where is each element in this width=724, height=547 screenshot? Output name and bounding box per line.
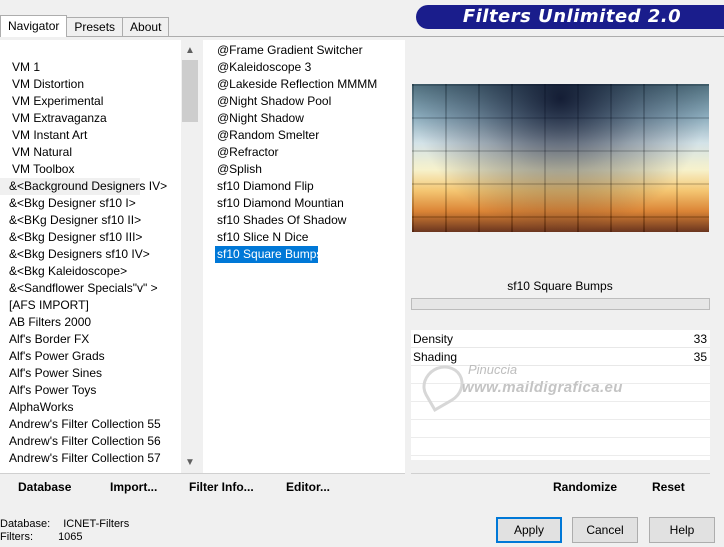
tab-about[interactable]: About — [122, 17, 170, 37]
tab-divider — [0, 36, 724, 37]
database-info: Database: ICNET-Filters — [0, 517, 129, 531]
list-item[interactable]: Andrew's Filter Collection 57 — [0, 450, 161, 467]
list-item[interactable]: @Random Smelter — [203, 127, 319, 144]
parameter-panel: Density 33 Shading 35 — [411, 330, 710, 460]
list-item-current-category[interactable]: &<Background Designers IV> — [0, 178, 167, 195]
list-item[interactable]: Alf's Power Sines — [0, 365, 102, 382]
randomize-button[interactable]: Randomize — [553, 473, 617, 501]
reset-button[interactable]: Reset — [652, 473, 685, 501]
list-item[interactable]: sf10 Diamond Flip — [203, 178, 314, 195]
import-button[interactable]: Import... — [110, 473, 157, 501]
list-item[interactable]: Alf's Border FX — [0, 331, 89, 348]
param-value[interactable]: 33 — [694, 330, 707, 348]
list-item[interactable]: sf10 Diamond Mountian — [203, 195, 344, 212]
list-item[interactable]: &<BKg Designer sf10 II> — [0, 212, 141, 229]
list-item[interactable]: VM Extravaganza — [0, 110, 107, 127]
scroll-up-icon[interactable]: ▲ — [181, 42, 199, 60]
list-item-selected[interactable]: sf10 Square Bumps — [215, 246, 322, 263]
category-list[interactable]: VM 1 VM Distortion VM Experimental VM Ex… — [0, 40, 181, 474]
list-item[interactable]: VM Experimental — [0, 93, 103, 110]
tab-bar: Navigator Presets About — [0, 15, 170, 37]
list-item[interactable]: AB Filters 2000 — [0, 314, 91, 331]
filter-list[interactable]: @Frame Gradient Switcher @Kaleidoscope 3… — [203, 40, 405, 474]
filters-count: 1065 — [58, 531, 83, 543]
list-item[interactable]: @Refractor — [203, 144, 279, 161]
filters-label: Filters: — [0, 531, 33, 543]
list-item[interactable]: Andrew's Filter Collection 55 — [0, 416, 161, 433]
scroll-down-icon[interactable]: ▼ — [181, 454, 199, 472]
param-row-shading[interactable]: Shading 35 — [411, 348, 710, 366]
category-scrollbar[interactable]: ▲ ▼ — [181, 40, 199, 474]
filters-info: Filters: 1065 — [0, 530, 83, 544]
database-button[interactable]: Database — [18, 473, 71, 501]
list-item[interactable]: &<Bkg Kaleidoscope> — [0, 263, 127, 280]
list-item[interactable]: &<Bkg Designer sf10 I> — [0, 195, 136, 212]
list-item[interactable]: Alf's Power Toys — [0, 382, 96, 399]
list-item[interactable]: VM Toolbox — [0, 161, 74, 178]
param-row-empty — [411, 366, 710, 384]
list-item[interactable]: &<Sandflower Specials"v" > — [0, 280, 158, 297]
list-item[interactable]: &<Bkg Designer sf10 III> — [0, 229, 142, 246]
scroll-thumb[interactable] — [182, 60, 198, 122]
list-item[interactable]: @Splish — [203, 161, 262, 178]
param-label: Shading — [413, 350, 458, 364]
list-item[interactable]: @Night Shadow Pool — [203, 93, 331, 110]
progress-bar — [411, 298, 710, 310]
help-button[interactable]: Help — [649, 517, 715, 543]
tab-navigator[interactable]: Navigator — [0, 15, 68, 37]
param-row-density[interactable]: Density 33 — [411, 330, 710, 348]
list-item[interactable]: VM Natural — [0, 144, 72, 161]
list-item[interactable]: sf10 Slice N Dice — [203, 229, 308, 246]
list-item[interactable]: Alf's Power Grads — [0, 348, 105, 365]
param-row-empty — [411, 402, 710, 420]
list-item[interactable]: VM Instant Art — [0, 127, 87, 144]
param-row-empty — [411, 420, 710, 438]
list-item[interactable]: &<Bkg Designers sf10 IV> — [0, 246, 150, 263]
list-item[interactable]: @Lakeside Reflection MMMM — [203, 76, 377, 93]
list-item[interactable]: VM Distortion — [0, 76, 84, 93]
tab-presets[interactable]: Presets — [66, 17, 124, 37]
param-value[interactable]: 35 — [694, 348, 707, 366]
param-row-empty — [411, 384, 710, 402]
filter-info-button[interactable]: Filter Info... — [189, 473, 254, 501]
app-title: Filters Unlimited 2.0 — [462, 6, 682, 27]
list-item[interactable]: sf10 Shades Of Shadow — [203, 212, 346, 229]
list-item[interactable]: @Frame Gradient Switcher — [203, 42, 363, 59]
apply-button[interactable]: Apply — [496, 517, 562, 543]
filter-preview-image — [412, 84, 709, 232]
editor-button[interactable]: Editor... — [286, 473, 330, 501]
database-label: Database: — [0, 518, 51, 530]
list-item[interactable]: AlphaWorks — [0, 399, 73, 416]
list-item[interactable]: VM 1 — [0, 59, 40, 76]
cancel-button[interactable]: Cancel — [572, 517, 638, 543]
app-banner: Filters Unlimited 2.0 — [416, 5, 724, 29]
list-item[interactable]: [AFS IMPORT] — [0, 297, 89, 314]
list-item[interactable]: Andrew's Filter Collection 56 — [0, 433, 161, 450]
selected-filter-name: sf10 Square Bumps — [410, 275, 710, 297]
param-label: Density — [413, 332, 454, 346]
database-value: ICNET-Filters — [63, 518, 130, 530]
list-item[interactable]: @Kaleidoscope 3 — [203, 59, 311, 76]
param-row-empty — [411, 438, 710, 456]
list-item[interactable]: @Night Shadow — [203, 110, 304, 127]
